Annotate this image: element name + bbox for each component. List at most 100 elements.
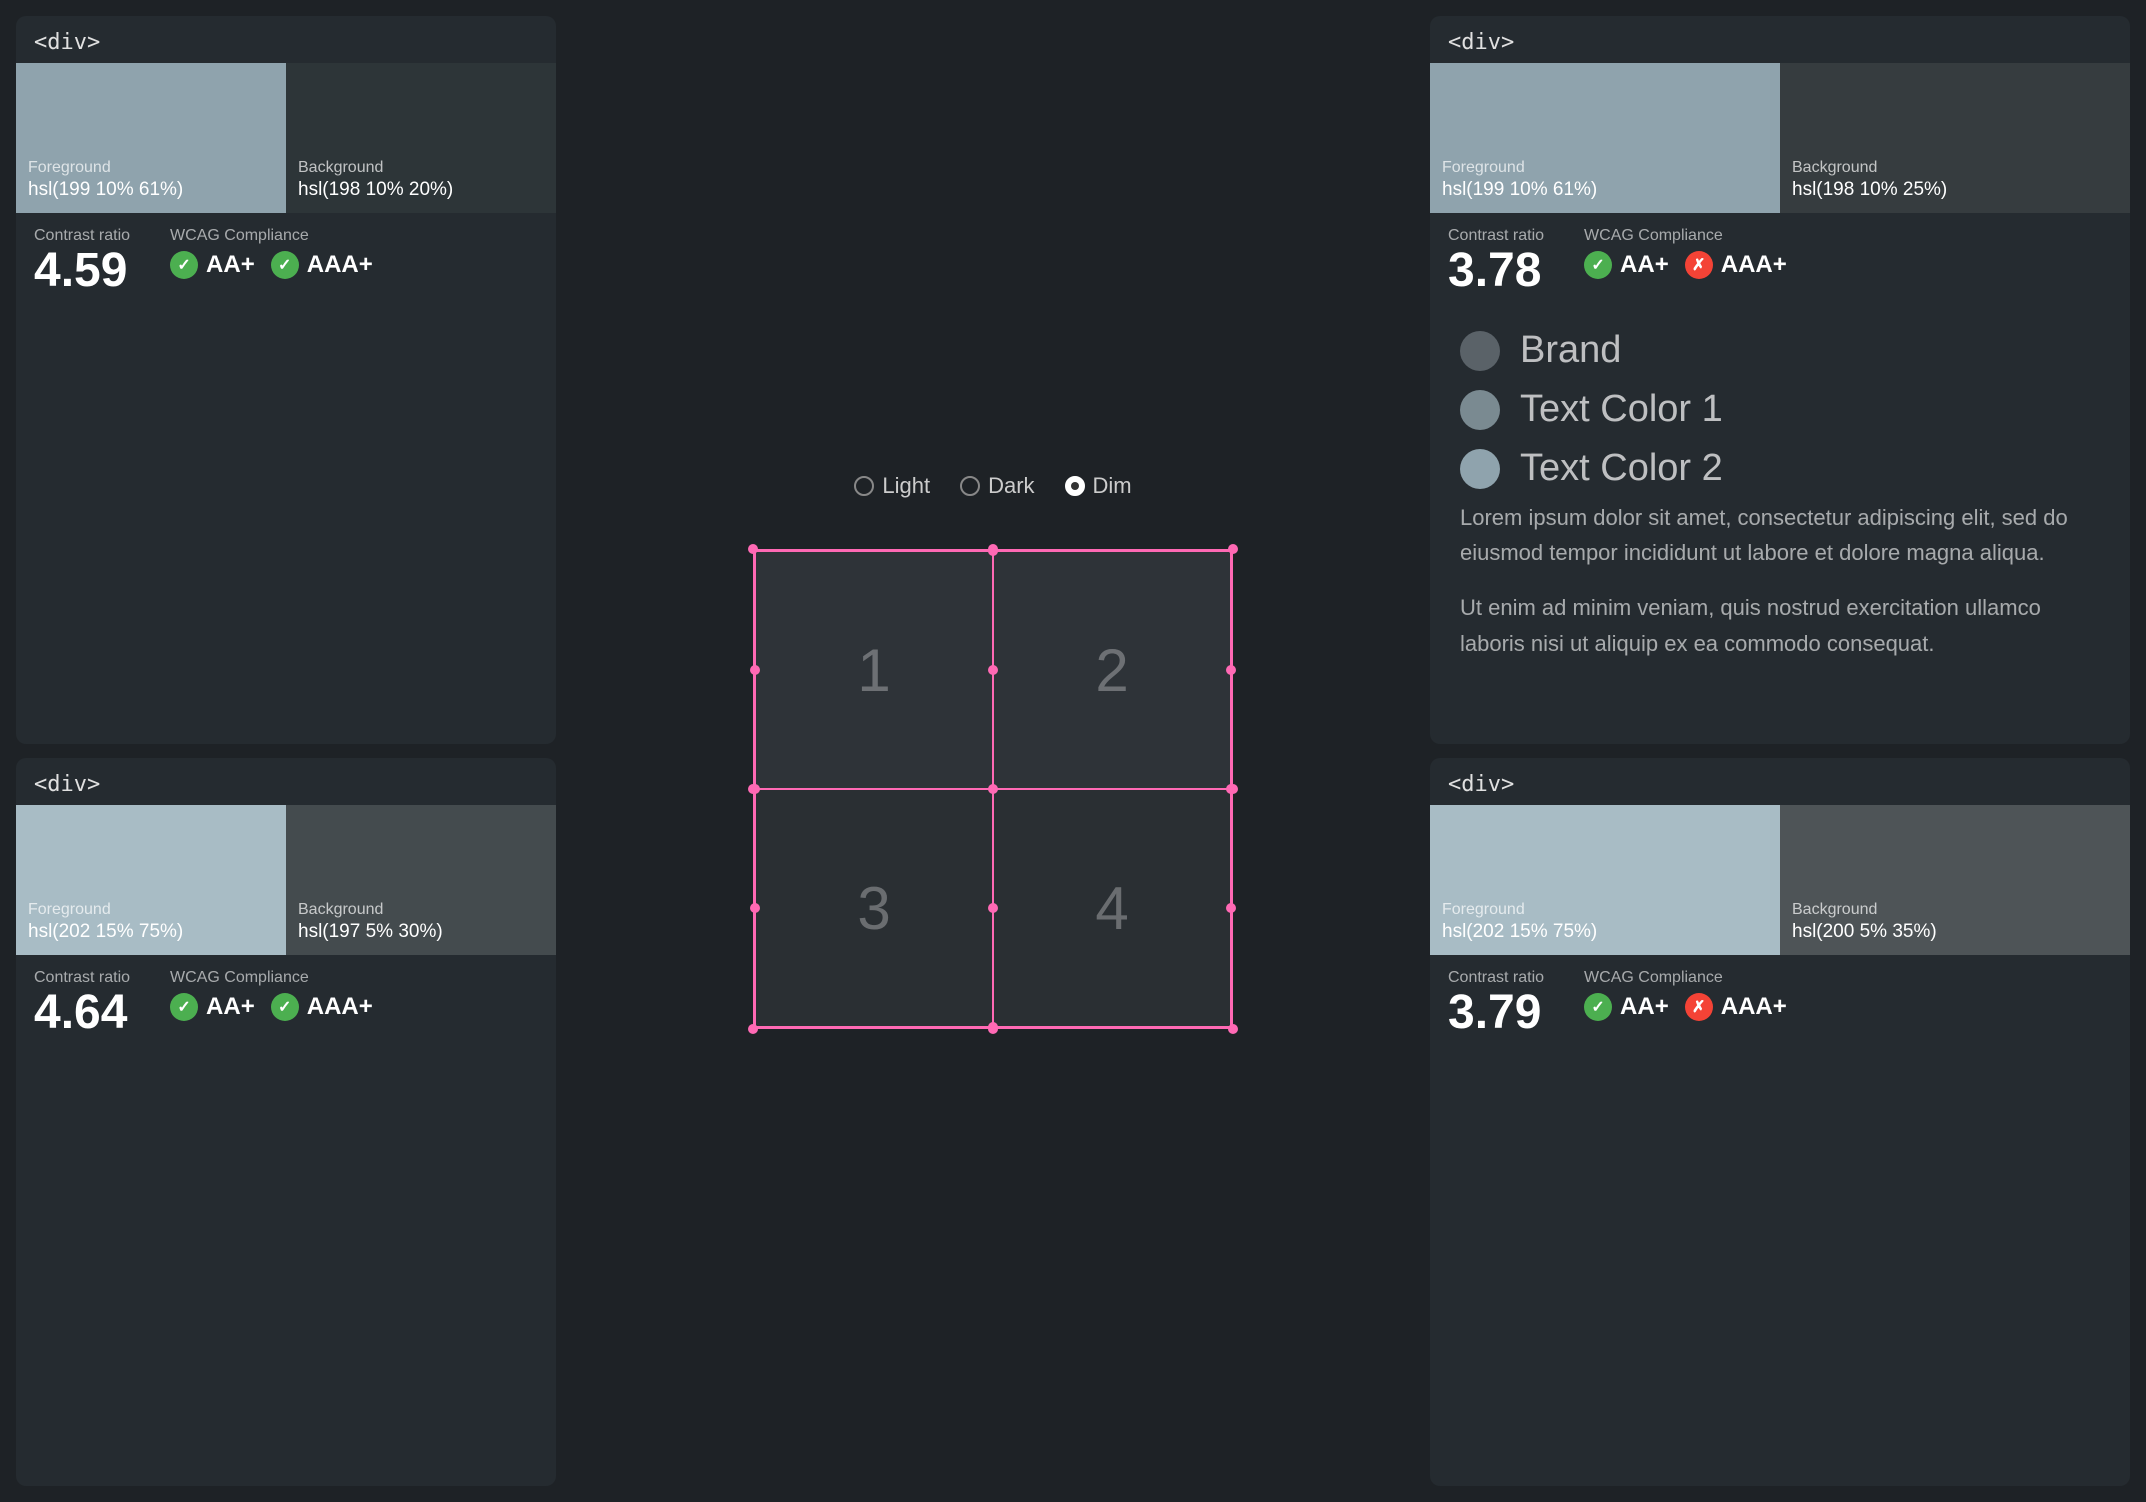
top-right-panel: <div> Foreground hsl(199 10% 61%) Backgr… — [1430, 16, 2130, 744]
top-left-tag: <div> — [16, 16, 556, 63]
text1-label: Text Color 1 — [1520, 388, 1723, 431]
handle-inner-tm[interactable] — [988, 546, 998, 556]
legend-lorem-area: Brand Text Color 1 Text Color 2 Lorem ip… — [1430, 309, 2130, 701]
handle-bl[interactable] — [748, 1024, 758, 1034]
theme-dark-option[interactable]: Dark — [960, 473, 1034, 499]
br-fg-swatch: Foreground hsl(202 15% 75%) — [1430, 805, 1780, 955]
handle-tr[interactable] — [1228, 544, 1238, 554]
bl-fg-label: Foreground — [28, 901, 274, 919]
text1-dot — [1460, 390, 1500, 430]
bl-aa-label: AA+ — [206, 993, 255, 1021]
dark-label: Dark — [988, 473, 1034, 499]
handle-br[interactable] — [1228, 1024, 1238, 1034]
bl-bg-value: hsl(197 5% 30%) — [298, 921, 544, 943]
legend-brand: Brand — [1460, 329, 2100, 372]
handle-r1l[interactable] — [750, 665, 760, 675]
bl-contrast-label: Contrast ratio — [34, 969, 130, 987]
fg-label: Foreground — [28, 159, 274, 177]
handle-inner-ml[interactable] — [750, 784, 760, 794]
br-aaa-label: AAA+ — [1721, 993, 1787, 1021]
theme-light-option[interactable]: Light — [854, 473, 930, 499]
tr-aaa-badge: ✗ AAA+ — [1685, 251, 1787, 279]
tr-contrast-label: Contrast ratio — [1448, 227, 1544, 245]
aa-pass-icon: ✓ — [170, 251, 198, 279]
handle-center[interactable] — [988, 784, 998, 794]
br-aa-badge: ✓ AA+ — [1584, 993, 1669, 1021]
top-left-fg-swatch: Foreground hsl(199 10% 61%) — [16, 63, 286, 213]
theme-dim-option[interactable]: Dim — [1065, 473, 1132, 499]
handle-r2c[interactable] — [988, 903, 998, 913]
bl-bg-label: Background — [298, 901, 544, 919]
dark-radio[interactable] — [960, 476, 980, 496]
center-column: Light Dark Dim — [570, 16, 1416, 1486]
dim-radio[interactable] — [1065, 476, 1085, 496]
handle-r1r[interactable] — [1226, 665, 1236, 675]
bottom-right-stats: Contrast ratio 3.79 WCAG Compliance ✓ AA… — [1430, 955, 2130, 1051]
bl-aa-icon: ✓ — [170, 993, 198, 1021]
light-radio[interactable] — [854, 476, 874, 496]
tr-aaa-icon: ✗ — [1685, 251, 1713, 279]
contrast-label: Contrast ratio — [34, 227, 130, 245]
tr-contrast-value: 3.78 — [1448, 247, 1544, 295]
bl-aa-badge: ✓ AA+ — [170, 993, 255, 1021]
br-fg-label: Foreground — [1442, 901, 1768, 919]
br-aa-label: AA+ — [1620, 993, 1669, 1021]
bottom-left-tag: <div> — [16, 758, 556, 805]
handle-r2r[interactable] — [1226, 903, 1236, 913]
top-right-fg-swatch: Foreground hsl(199 10% 61%) — [1430, 63, 1780, 213]
aaa-badge: ✓ AAA+ — [271, 251, 373, 279]
bl-aaa-badge: ✓ AAA+ — [271, 993, 373, 1021]
bottom-left-panel: <div> Foreground hsl(202 15% 75%) Backgr… — [16, 758, 556, 1486]
cell-2-label: 2 — [1095, 636, 1128, 705]
top-right-bg-swatch: Background hsl(198 10% 25%) — [1780, 63, 2130, 213]
brand-label: Brand — [1520, 329, 1621, 372]
handle-inner-mr[interactable] — [1226, 784, 1236, 794]
aaa-label: AAA+ — [307, 251, 373, 279]
bl-aaa-icon: ✓ — [271, 993, 299, 1021]
bl-fg-value: hsl(202 15% 75%) — [28, 921, 274, 943]
bl-wcag-label: WCAG Compliance — [170, 969, 373, 987]
top-left-bg-swatch: Background hsl(198 10% 20%) — [286, 63, 556, 213]
top-right-tag: <div> — [1430, 16, 2130, 63]
text2-label: Text Color 2 — [1520, 447, 1723, 490]
dim-label: Dim — [1093, 473, 1132, 499]
handle-r2l[interactable] — [750, 903, 760, 913]
br-aaa-badge: ✗ AAA+ — [1685, 993, 1787, 1021]
tr-aaa-label: AAA+ — [1721, 251, 1787, 279]
grid-cell-1[interactable]: 1 — [755, 551, 993, 789]
aaa-pass-icon: ✓ — [271, 251, 299, 279]
light-label: Light — [882, 473, 930, 499]
cell-3-label: 3 — [857, 874, 890, 943]
wcag-label: WCAG Compliance — [170, 227, 373, 245]
tr-fg-label: Foreground — [1442, 159, 1768, 177]
br-bg-value: hsl(200 5% 35%) — [1792, 921, 2118, 943]
grid-cell-2[interactable]: 2 — [993, 551, 1231, 789]
lorem-text: Lorem ipsum dolor sit amet, consectetur … — [1460, 500, 2100, 661]
brand-dot — [1460, 331, 1500, 371]
top-left-panel: <div> Foreground hsl(199 10% 61%) Backgr… — [16, 16, 556, 744]
handle-r1c[interactable] — [988, 665, 998, 675]
bl-fg-swatch: Foreground hsl(202 15% 75%) — [16, 805, 286, 955]
handle-tl[interactable] — [748, 544, 758, 554]
br-wcag-label: WCAG Compliance — [1584, 969, 1787, 987]
bg-label: Background — [298, 159, 544, 177]
handle-inner-bm[interactable] — [988, 1022, 998, 1032]
cell-4-label: 4 — [1095, 874, 1128, 943]
grid-cell-4[interactable]: 4 — [993, 789, 1231, 1027]
grid-wrapper: 1 2 3 4 — [753, 549, 1233, 1029]
bottom-right-tag: <div> — [1430, 758, 2130, 805]
br-aaa-icon: ✗ — [1685, 993, 1713, 1021]
br-aa-icon: ✓ — [1584, 993, 1612, 1021]
grid-cell-3[interactable]: 3 — [755, 789, 993, 1027]
grid-container: 1 2 3 4 — [753, 549, 1233, 1029]
br-contrast-value: 3.79 — [1448, 989, 1544, 1037]
aa-label: AA+ — [206, 251, 255, 279]
lorem-p1: Lorem ipsum dolor sit amet, consectetur … — [1460, 500, 2100, 570]
aa-badge: ✓ AA+ — [170, 251, 255, 279]
tr-wcag-label: WCAG Compliance — [1584, 227, 1787, 245]
contrast-value: 4.59 — [34, 247, 130, 295]
tr-bg-label: Background — [1792, 159, 2118, 177]
bottom-right-panel: <div> Foreground hsl(202 15% 75%) Backgr… — [1430, 758, 2130, 1486]
bg-value: hsl(198 10% 20%) — [298, 179, 544, 201]
br-bg-label: Background — [1792, 901, 2118, 919]
